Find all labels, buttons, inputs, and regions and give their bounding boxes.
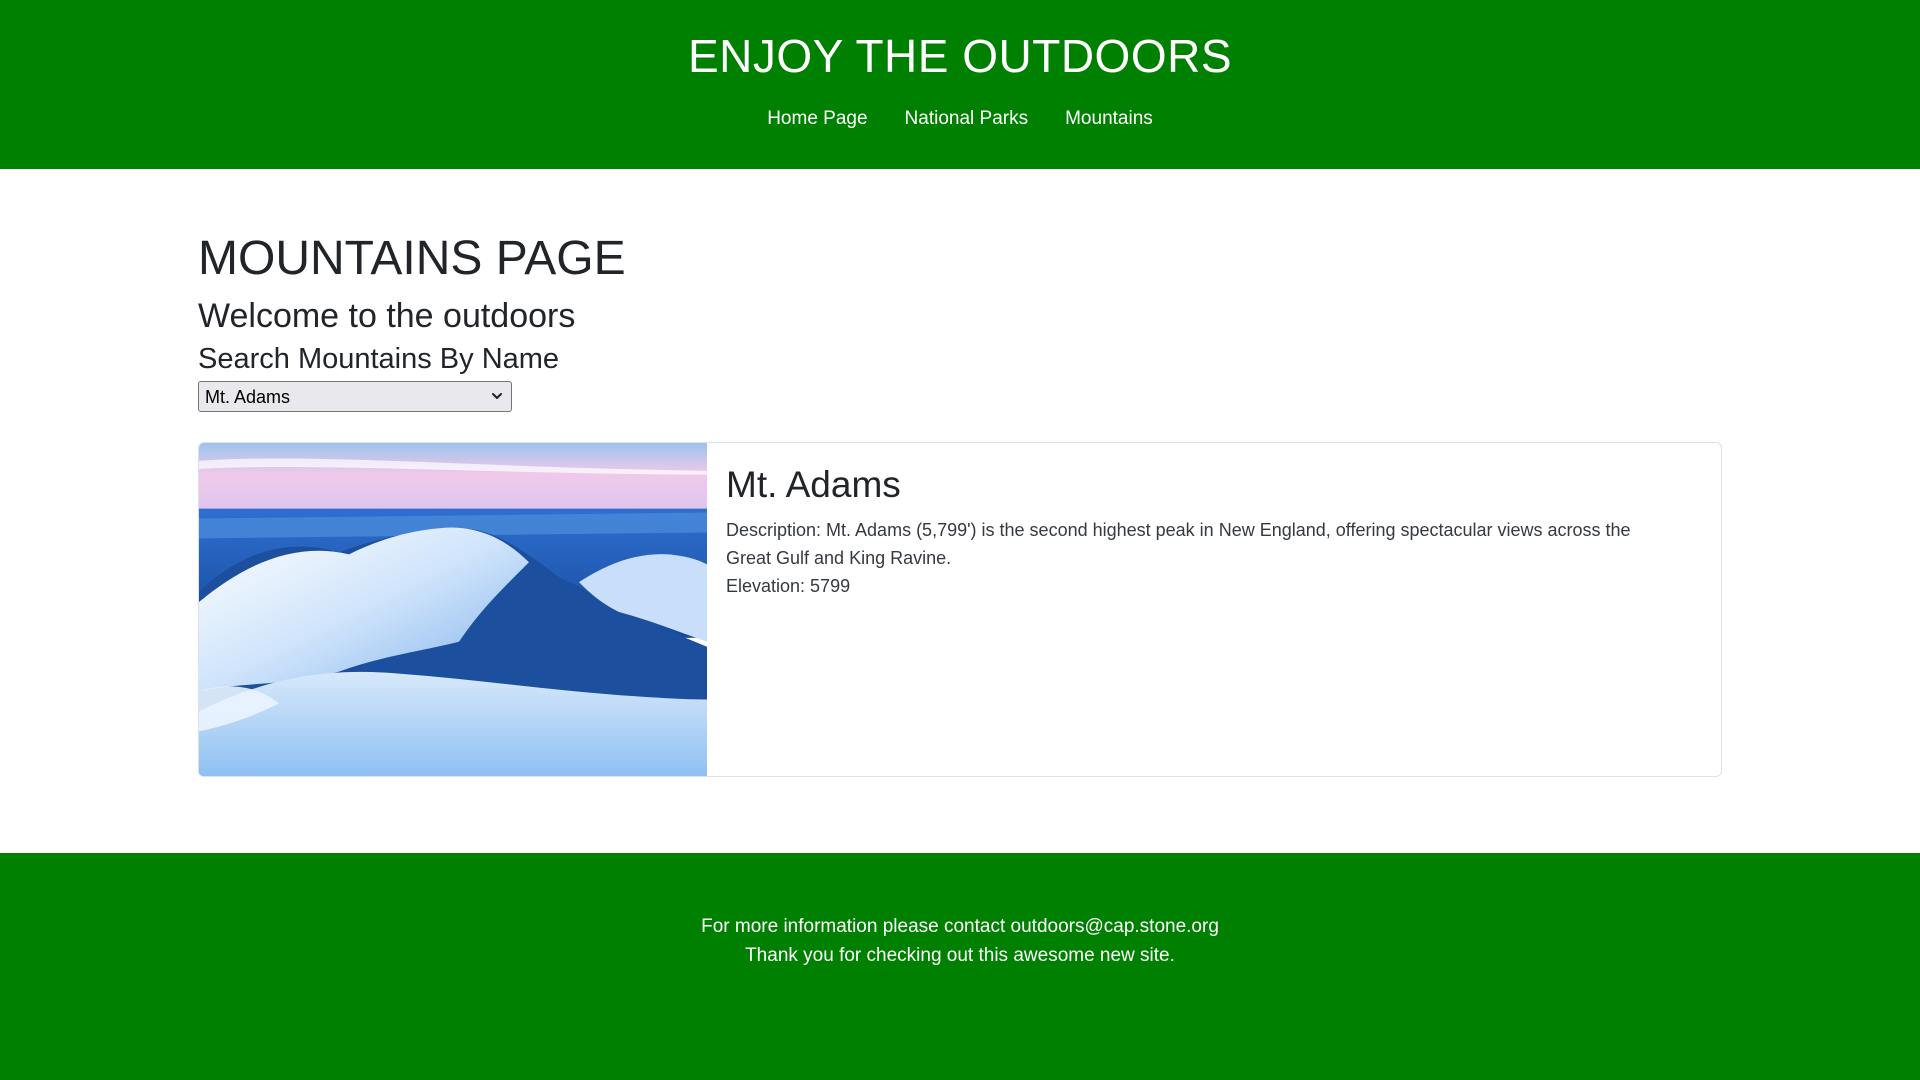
- main-content: MOUNTAINS PAGE Welcome to the outdoors S…: [0, 169, 1920, 853]
- nav-link-home[interactable]: Home Page: [767, 107, 867, 131]
- search-label: Search Mountains By Name: [198, 343, 560, 375]
- mountain-card: Mt. Adams Description: Mt. Adams (5,799'…: [198, 442, 1722, 777]
- mountain-image: [199, 443, 707, 776]
- card-body: Mt. Adams Description: Mt. Adams (5,799'…: [707, 443, 1721, 776]
- main-nav: Home Page National Parks Mountains: [767, 107, 1153, 131]
- chevron-down-icon: [492, 393, 502, 399]
- footer-thanks: Thank you for checking out this awesome …: [745, 945, 1175, 966]
- site-footer: For more information please contact outd…: [0, 853, 1920, 1080]
- mountain-select[interactable]: Mt. Adams: [198, 381, 512, 412]
- mountain-select-value: Mt. Adams: [205, 387, 291, 407]
- mountain-description: Description: Mt. Adams (5,799') is the s…: [726, 520, 1631, 568]
- page-subtitle: Welcome to the outdoors: [198, 297, 576, 335]
- footer-contact: For more information please contact outd…: [701, 916, 1219, 937]
- site-header: ENJOY THE OUTDOORS Home Page National Pa…: [0, 0, 1920, 169]
- site-title: ENJOY THE OUTDOORS: [687, 30, 1233, 82]
- page-title: MOUNTAINS PAGE: [198, 232, 626, 285]
- card-title: Mt. Adams: [726, 464, 901, 505]
- nav-link-national-parks[interactable]: National Parks: [905, 107, 1029, 131]
- mountain-elevation: Elevation: 5799: [726, 576, 851, 596]
- nav-link-mountains[interactable]: Mountains: [1065, 107, 1153, 131]
